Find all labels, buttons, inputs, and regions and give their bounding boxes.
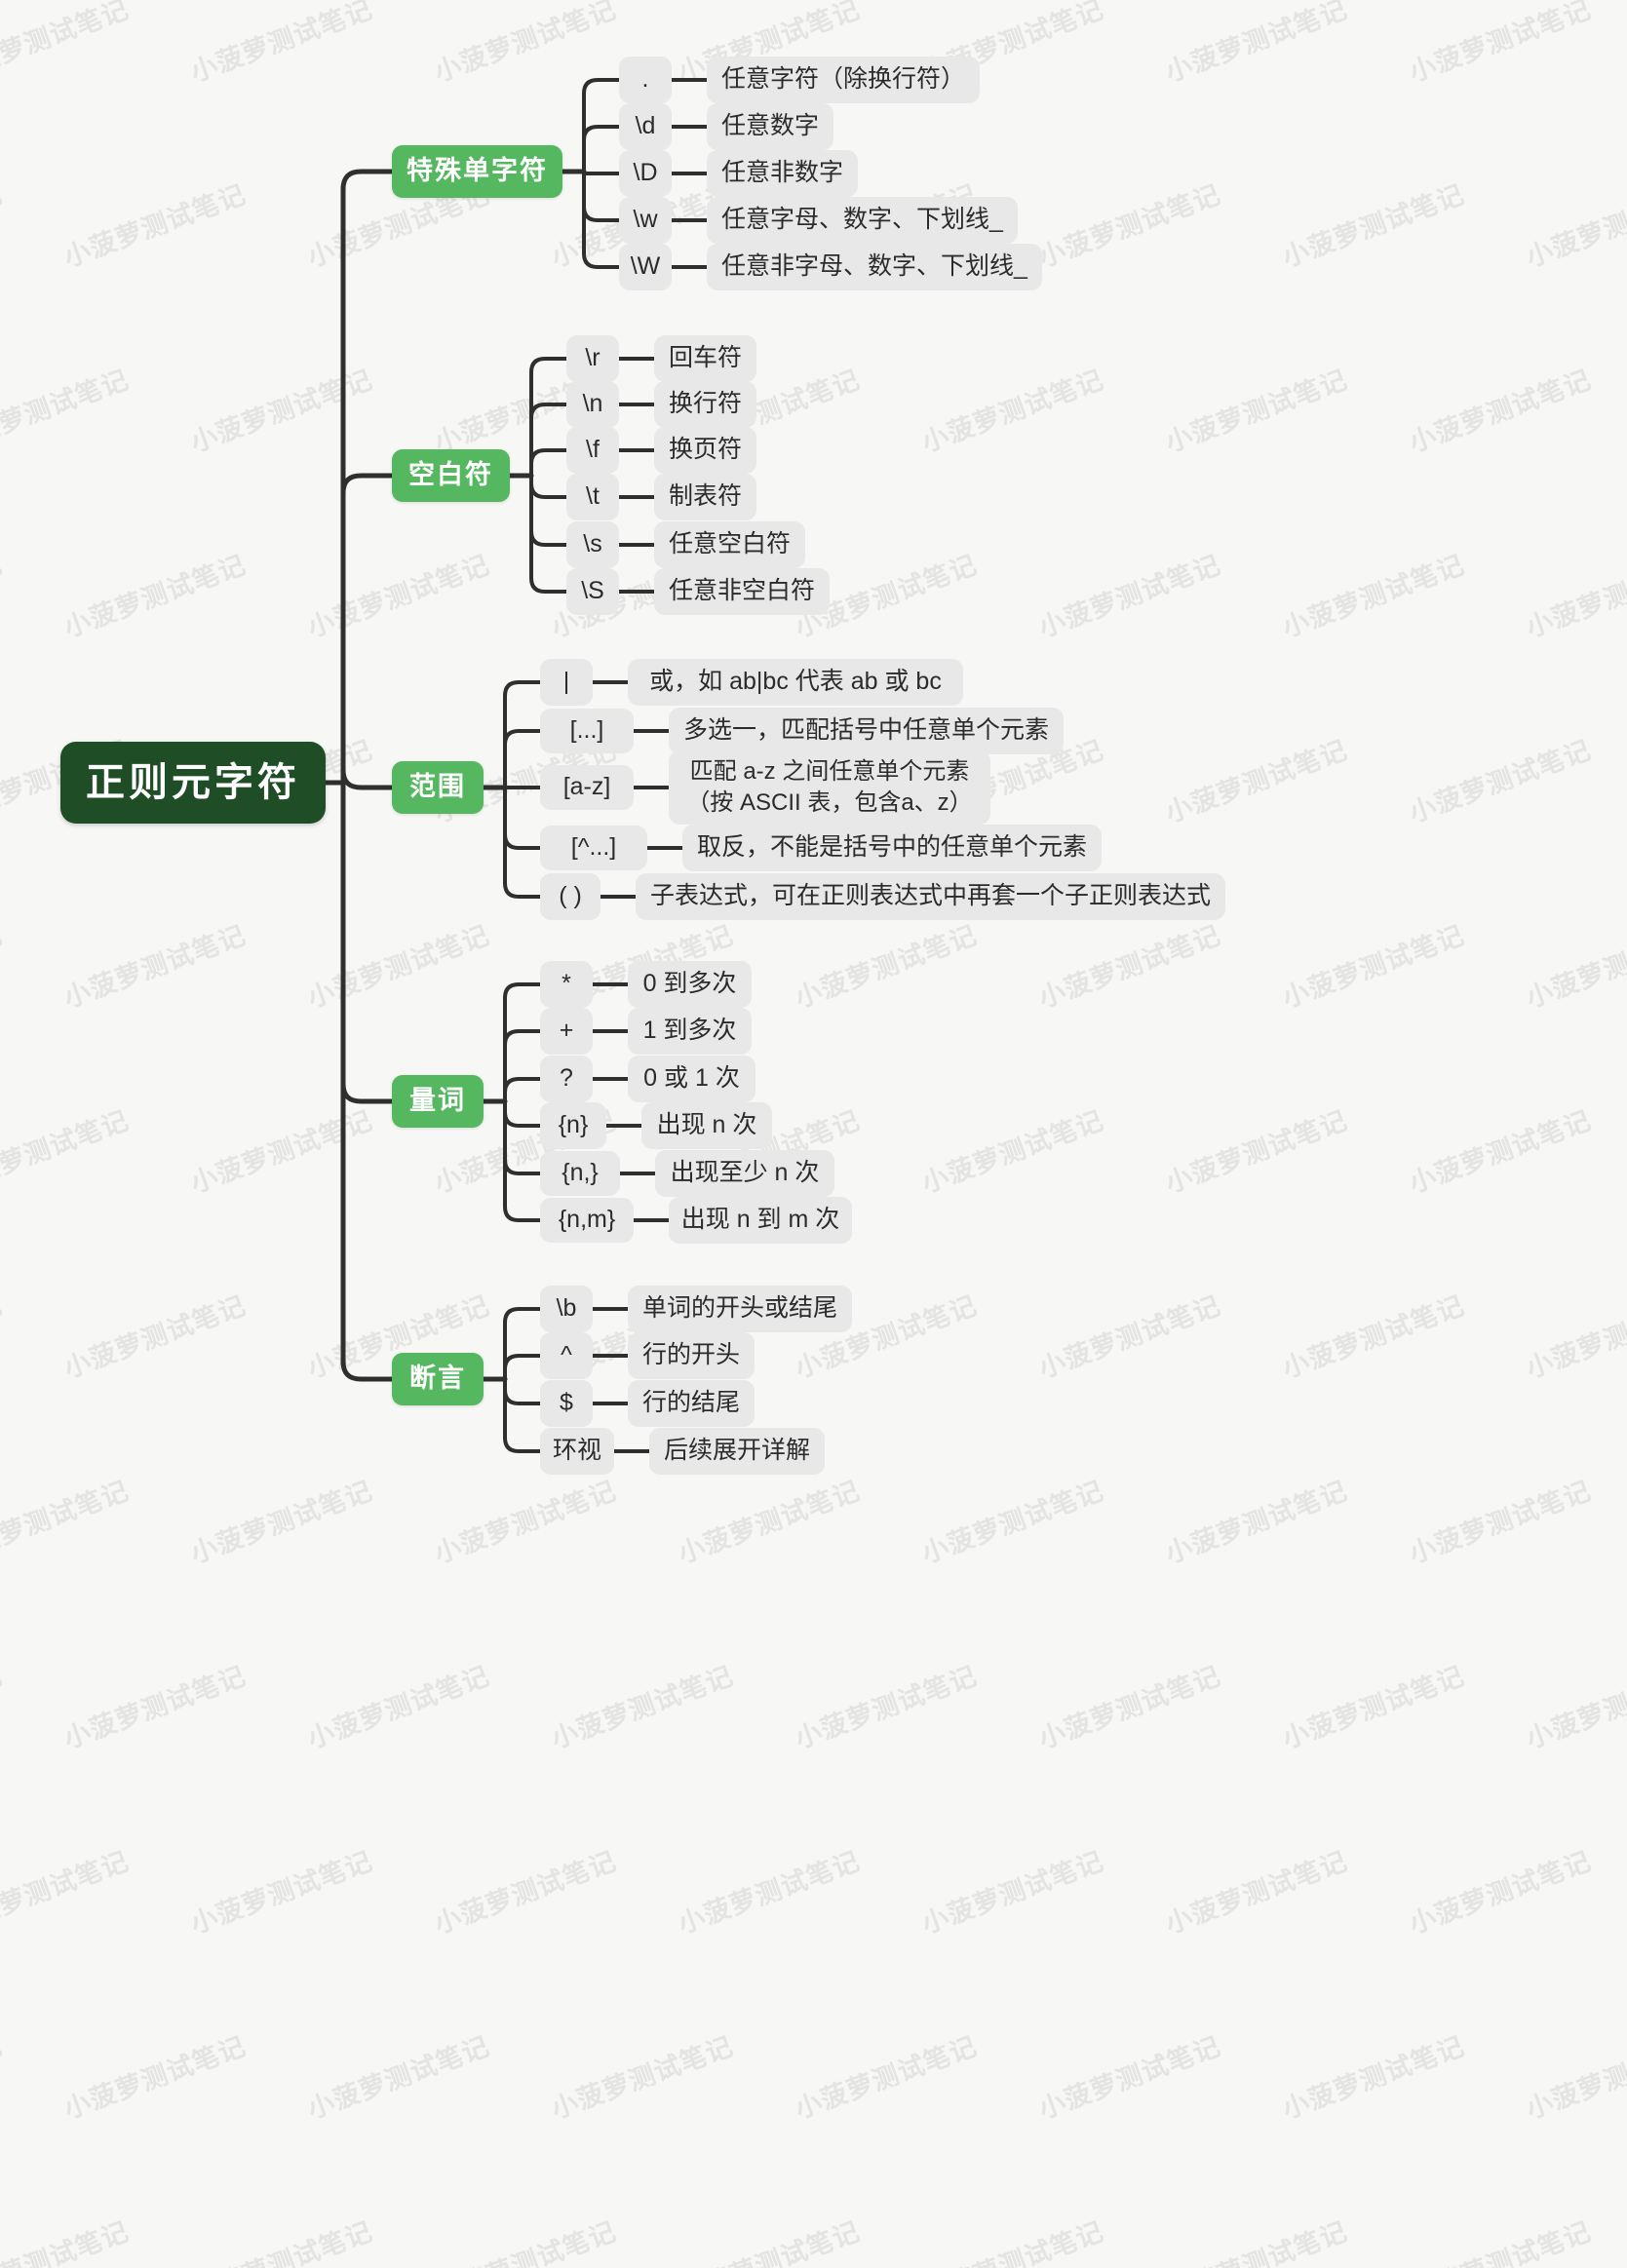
token-chip-4-6[interactable]: {n,m} <box>540 1198 634 1243</box>
token-chip-4-3[interactable]: ? <box>540 1056 593 1102</box>
connector-line <box>582 251 621 269</box>
token-chip-5-1[interactable]: \b <box>540 1286 593 1332</box>
token-chip-4-5[interactable]: {n,} <box>540 1151 620 1196</box>
connector-line <box>503 1307 542 1325</box>
branch-node-2[interactable]: 空白符 <box>392 449 510 502</box>
desc-chip-3-5: 子表达式，可在正则表达式中再套一个子正则表达式 <box>636 873 1225 920</box>
desc-chip-3-2: 多选一，匹配括号中任意单个元素 <box>669 708 1064 754</box>
connector-line <box>529 576 568 594</box>
connector-line <box>340 767 395 790</box>
desc-chip-4-5: 出现至少 n 次 <box>655 1150 834 1197</box>
token-chip-1-2[interactable]: \d <box>619 103 672 150</box>
desc-chip-4-3: 0 或 1 次 <box>628 1056 755 1102</box>
desc-chip-5-1: 单词的开头或结尾 <box>628 1286 852 1332</box>
desc-chip-4-4: 出现 n 次 <box>641 1102 772 1149</box>
desc-chip-5-2: 行的开头 <box>628 1332 755 1379</box>
connector-line <box>503 729 542 747</box>
desc-chip-4-1: 0 到多次 <box>628 961 752 1008</box>
token-chip-5-3[interactable]: $ <box>540 1380 593 1427</box>
token-chip-1-4[interactable]: \w <box>619 197 672 244</box>
token-chip-2-2[interactable]: \n <box>566 381 619 428</box>
root-node: 正则元字符 <box>60 742 326 824</box>
branch-node-5[interactable]: 断言 <box>392 1353 484 1405</box>
token-chip-5-4[interactable]: 环视 <box>540 1428 614 1475</box>
token-chip-3-4[interactable]: [^...] <box>540 826 647 870</box>
token-chip-1-1[interactable]: . <box>619 57 672 103</box>
connector-line <box>503 1158 542 1175</box>
branch-node-1[interactable]: 特殊单字符 <box>392 145 562 198</box>
token-chip-2-3[interactable]: \f <box>566 427 619 474</box>
desc-chip-2-3: 换页符 <box>654 427 756 474</box>
desc-chip-1-4: 任意字母、数字、下划线_ <box>707 197 1018 244</box>
token-chip-1-5[interactable]: \W <box>619 244 672 290</box>
token-chip-5-2[interactable]: ^ <box>540 1332 593 1379</box>
connector-line <box>340 169 395 192</box>
desc-chip-2-5: 任意空白符 <box>654 521 805 568</box>
desc-chip-2-2: 换行符 <box>654 381 756 428</box>
connector-layer <box>323 78 709 1453</box>
branch-node-4[interactable]: 量词 <box>392 1075 484 1128</box>
connector-line <box>529 481 568 499</box>
connector-line <box>529 403 568 420</box>
desc-chip-2-6: 任意非空白符 <box>654 568 830 615</box>
connector-line <box>503 1077 542 1095</box>
desc-chip-3-4: 取反，不能是括号中的任意单个元素 <box>682 825 1102 871</box>
mindmap-canvas: 小菠萝测试笔记 小菠萝测试笔记 小菠萝测试笔记 小菠萝测试笔记 小菠萝测试笔记 小菠萝测试… <box>0 0 1627 2268</box>
connector-line <box>503 1354 542 1371</box>
desc-chip-2-4: 制表符 <box>654 474 756 520</box>
connector-line <box>529 529 568 547</box>
token-chip-3-1[interactable]: | <box>540 659 593 706</box>
connector-line <box>582 205 621 222</box>
token-chip-3-3[interactable]: [a-z] <box>540 765 634 810</box>
connector-line <box>529 357 568 374</box>
desc-chip-4-6: 出现 n 到 m 次 <box>669 1197 852 1244</box>
token-chip-4-4[interactable]: {n} <box>540 1102 606 1149</box>
desc-chip-3-3: 匹配 a-z 之间任意单个元素 （按 ASCII 表，包含a、z） <box>669 750 990 825</box>
token-chip-3-5[interactable]: ( ) <box>540 873 600 920</box>
token-chip-3-2[interactable]: [...] <box>540 709 634 753</box>
connector-line <box>503 680 542 698</box>
connector-line <box>503 1205 542 1222</box>
token-chip-2-6[interactable]: \S <box>566 568 619 615</box>
connector-line <box>503 1029 542 1047</box>
token-chip-2-4[interactable]: \t <box>566 474 619 520</box>
desc-chip-4-2: 1 到多次 <box>628 1008 752 1055</box>
connector-line <box>503 832 542 850</box>
connector-line <box>503 881 542 899</box>
desc-chip-1-2: 任意数字 <box>707 103 833 150</box>
token-chip-2-5[interactable]: \s <box>566 521 619 568</box>
connector-line <box>503 1388 542 1405</box>
token-chip-4-1[interactable]: * <box>540 961 593 1008</box>
desc-chip-1-1: 任意字符（除换行符） <box>707 57 980 103</box>
token-chip-2-1[interactable]: \r <box>566 335 619 382</box>
connector-line <box>582 78 621 96</box>
connector-line <box>340 473 395 496</box>
connector-line <box>529 448 568 466</box>
desc-chip-1-3: 任意非数字 <box>707 150 858 197</box>
connector-line <box>340 1081 395 1104</box>
connector-line <box>503 1436 542 1453</box>
desc-chip-5-3: 行的结尾 <box>628 1380 755 1427</box>
desc-chip-1-5: 任意非字母、数字、下划线_ <box>707 244 1042 290</box>
connector-line <box>340 1359 395 1382</box>
connector-line <box>503 982 542 1000</box>
desc-chip-5-4: 后续展开详解 <box>649 1428 825 1475</box>
branch-node-3[interactable]: 范围 <box>392 761 484 814</box>
token-chip-4-2[interactable]: + <box>540 1008 593 1055</box>
token-chip-1-3[interactable]: \D <box>619 150 672 197</box>
connector-line <box>582 125 621 142</box>
connector-line <box>503 1110 542 1128</box>
desc-chip-2-1: 回车符 <box>654 335 756 382</box>
desc-chip-3-1: 或，如 ab|bc 代表 ab 或 bc <box>628 659 963 706</box>
